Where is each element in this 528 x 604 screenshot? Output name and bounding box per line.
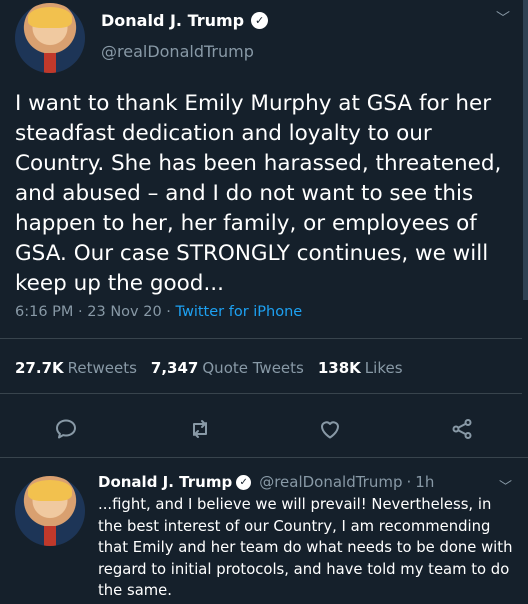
meta-separator: · — [166, 304, 171, 320]
author-display-name[interactable]: Donald J. Trump — [101, 11, 244, 30]
quote-tweets-stat[interactable]: 7,347 Quote Tweets — [151, 359, 304, 377]
tweet-text: I want to thank Emily Murphy at GSA for … — [15, 91, 502, 296]
retweets-label: Retweets — [67, 359, 137, 377]
retweets-count: 27.7K — [15, 359, 64, 377]
meta-separator: · — [78, 304, 83, 320]
chevron-down-icon[interactable]: ﹀ — [496, 8, 510, 28]
reply-author-name[interactable]: Donald J. Trump — [98, 473, 232, 491]
retweet-icon — [193, 420, 207, 438]
reply-time[interactable]: 1h — [415, 473, 434, 491]
likes-stat[interactable]: 138K Likes — [318, 359, 403, 377]
tweet-meta: 6:16 PM · 23 Nov 20 · Twitter for iPhone — [15, 304, 302, 320]
main-tweet: Donald J. Trump ✓ @realDonaldTrump ﹀ I w… — [0, 0, 528, 458]
author-handle[interactable]: @realDonaldTrump — [101, 42, 254, 61]
verified-badge-icon: ✓ — [236, 474, 252, 490]
likes-count: 138K — [317, 359, 361, 377]
scrollbar[interactable] — [523, 0, 528, 300]
tweet-actions — [0, 412, 522, 446]
reply-header: Donald J. Trump ✓ @realDonaldTrump · 1h — [98, 473, 434, 491]
reply-icon — [56, 419, 76, 439]
divider — [0, 338, 522, 339]
like-icon — [321, 421, 339, 439]
reply-button[interactable] — [49, 412, 83, 446]
tweet-time[interactable]: 6:16 PM — [15, 304, 73, 320]
like-button[interactable] — [313, 412, 347, 446]
reply-author-avatar[interactable] — [15, 476, 85, 546]
share-icon — [452, 419, 472, 439]
tweet-date[interactable]: 23 Nov 20 — [87, 304, 161, 320]
verified-badge-icon: ✓ — [251, 12, 269, 29]
tweet-source-link[interactable]: Twitter for iPhone — [176, 304, 303, 320]
retweets-stat[interactable]: 27.7K Retweets — [15, 359, 137, 377]
reply-author-handle[interactable]: @realDonaldTrump — [259, 473, 402, 491]
chevron-down-icon[interactable]: ﹀ — [499, 476, 512, 495]
engagement-stats: 27.7K Retweets 7,347 Quote Tweets 138K Like… — [15, 359, 403, 377]
share-button[interactable] — [445, 412, 479, 446]
divider — [0, 393, 522, 394]
reply-tweet[interactable]: Donald J. Trump ✓ @realDonaldTrump · 1h … — [0, 458, 528, 604]
meta-separator: · — [406, 473, 412, 491]
quote-tweets-count: 7,347 — [150, 359, 199, 377]
retweet-button[interactable] — [183, 412, 217, 446]
quote-tweets-label: Quote Tweets — [202, 359, 304, 377]
likes-label: Likes — [364, 359, 403, 377]
author-avatar[interactable] — [15, 3, 85, 73]
author-name-row: Donald J. Trump ✓ — [101, 11, 269, 30]
reply-text: ...fight, and I believe we will prevail!… — [98, 496, 513, 599]
